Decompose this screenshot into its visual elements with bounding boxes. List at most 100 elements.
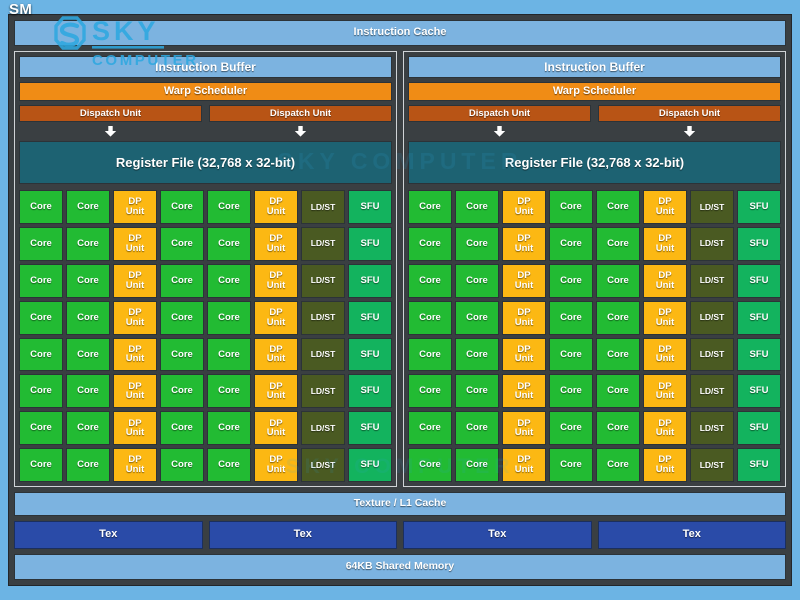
core-block: Core (207, 448, 251, 482)
sfu-block: SFU (348, 300, 392, 335)
core-block: Core (207, 190, 251, 224)
core-block: Core (596, 300, 640, 335)
dp-unit-block: DP Unit (254, 411, 298, 446)
sfu-block: SFU (737, 411, 781, 446)
core-block: Core (408, 190, 452, 224)
ld-st-block: LD/ST (301, 226, 345, 261)
dp-unit-block: DP Unit (502, 190, 546, 224)
core-block: Core (19, 190, 63, 224)
core-block: Core (207, 411, 251, 446)
sfu-block: SFU (737, 448, 781, 482)
dispatch-unit-2: Dispatch Unit (209, 105, 392, 122)
core-block: Core (549, 226, 593, 261)
sfu-block: SFU (348, 448, 392, 482)
core-block: Core (408, 411, 452, 446)
texture-unit-row: Tex Tex Tex Tex (14, 521, 786, 549)
dispatch-unit-2: Dispatch Unit (598, 105, 781, 122)
sfu-block: SFU (348, 374, 392, 409)
core-block: Core (66, 263, 110, 298)
ld-st-block: LD/ST (301, 337, 345, 372)
core-block: Core (596, 190, 640, 224)
ld-st-block: LD/ST (690, 448, 734, 482)
dp-unit-block: DP Unit (254, 448, 298, 482)
ld-st-block: LD/ST (690, 263, 734, 298)
dp-unit-block: DP Unit (254, 190, 298, 224)
core-block: Core (596, 337, 640, 372)
core-block: Core (408, 374, 452, 409)
core-block: Core (66, 190, 110, 224)
core-block: Core (455, 448, 499, 482)
core-block: Core (19, 337, 63, 372)
dp-unit-block: DP Unit (254, 374, 298, 409)
core-block: Core (549, 448, 593, 482)
tex-unit-3: Tex (403, 521, 592, 549)
core-block: Core (160, 337, 204, 372)
ld-st-block: LD/ST (690, 226, 734, 261)
core-block: Core (207, 337, 251, 372)
dp-unit-block: DP Unit (643, 300, 687, 335)
core-block: Core (455, 263, 499, 298)
core-block: Core (19, 411, 63, 446)
sfu-block: SFU (737, 190, 781, 224)
core-block: Core (207, 263, 251, 298)
core-block: Core (596, 226, 640, 261)
dp-unit-block: DP Unit (502, 226, 546, 261)
dispatch-unit-row: Dispatch Unit Dispatch Unit (19, 105, 392, 122)
core-block: Core (549, 263, 593, 298)
dp-unit-block: DP Unit (643, 190, 687, 224)
core-block: Core (408, 263, 452, 298)
dp-unit-block: DP Unit (502, 411, 546, 446)
dp-unit-block: DP Unit (254, 300, 298, 335)
sfu-block: SFU (737, 263, 781, 298)
arrow-down-icon (408, 126, 591, 137)
core-block: Core (19, 448, 63, 482)
arrow-down-icon (598, 126, 781, 137)
ld-st-block: LD/ST (690, 411, 734, 446)
core-grid: Core Core DP Unit Core Core DP Unit LD/ST SFU Core… (19, 190, 392, 482)
dp-unit-block: DP Unit (254, 263, 298, 298)
core-block: Core (596, 448, 640, 482)
dp-unit-block: DP Unit (643, 411, 687, 446)
core-block: Core (408, 226, 452, 261)
sfu-block: SFU (348, 337, 392, 372)
core-block: Core (596, 263, 640, 298)
core-block: Core (19, 263, 63, 298)
dp-unit-block: DP Unit (502, 263, 546, 298)
core-block: Core (66, 448, 110, 482)
dp-unit-block: DP Unit (113, 411, 157, 446)
instruction-buffer: Instruction Buffer (19, 56, 392, 78)
core-block: Core (160, 190, 204, 224)
dp-unit-block: DP Unit (113, 263, 157, 298)
register-file: Register File (32,768 x 32-bit) (408, 141, 781, 184)
core-block: Core (207, 300, 251, 335)
shared-memory-band: 64KB Shared Memory (14, 554, 786, 580)
core-block: Core (455, 190, 499, 224)
dispatch-arrow-row (19, 126, 392, 137)
dp-unit-block: DP Unit (502, 374, 546, 409)
core-block: Core (207, 226, 251, 261)
sfu-block: SFU (348, 226, 392, 261)
sfu-block: SFU (737, 300, 781, 335)
core-block: Core (66, 337, 110, 372)
core-block: Core (66, 300, 110, 335)
tex-unit-4: Tex (597, 521, 786, 549)
ld-st-block: LD/ST (301, 411, 345, 446)
arrow-down-icon (19, 126, 202, 137)
core-block: Core (455, 226, 499, 261)
dp-unit-block: DP Unit (643, 226, 687, 261)
dp-unit-block: DP Unit (643, 263, 687, 298)
instruction-buffer: Instruction Buffer (408, 56, 781, 78)
sfu-block: SFU (348, 263, 392, 298)
core-block: Core (455, 374, 499, 409)
core-block: Core (596, 374, 640, 409)
processing-block-container: Instruction Buffer Warp Scheduler Dispatch… (14, 51, 786, 487)
core-block: Core (549, 337, 593, 372)
core-block: Core (549, 411, 593, 446)
core-block: Core (549, 190, 593, 224)
core-block: Core (207, 374, 251, 409)
dp-unit-block: DP Unit (113, 190, 157, 224)
sfu-block: SFU (348, 411, 392, 446)
core-block: Core (160, 300, 204, 335)
register-file: Register File (32,768 x 32-bit) (19, 141, 392, 184)
core-block: Core (160, 411, 204, 446)
